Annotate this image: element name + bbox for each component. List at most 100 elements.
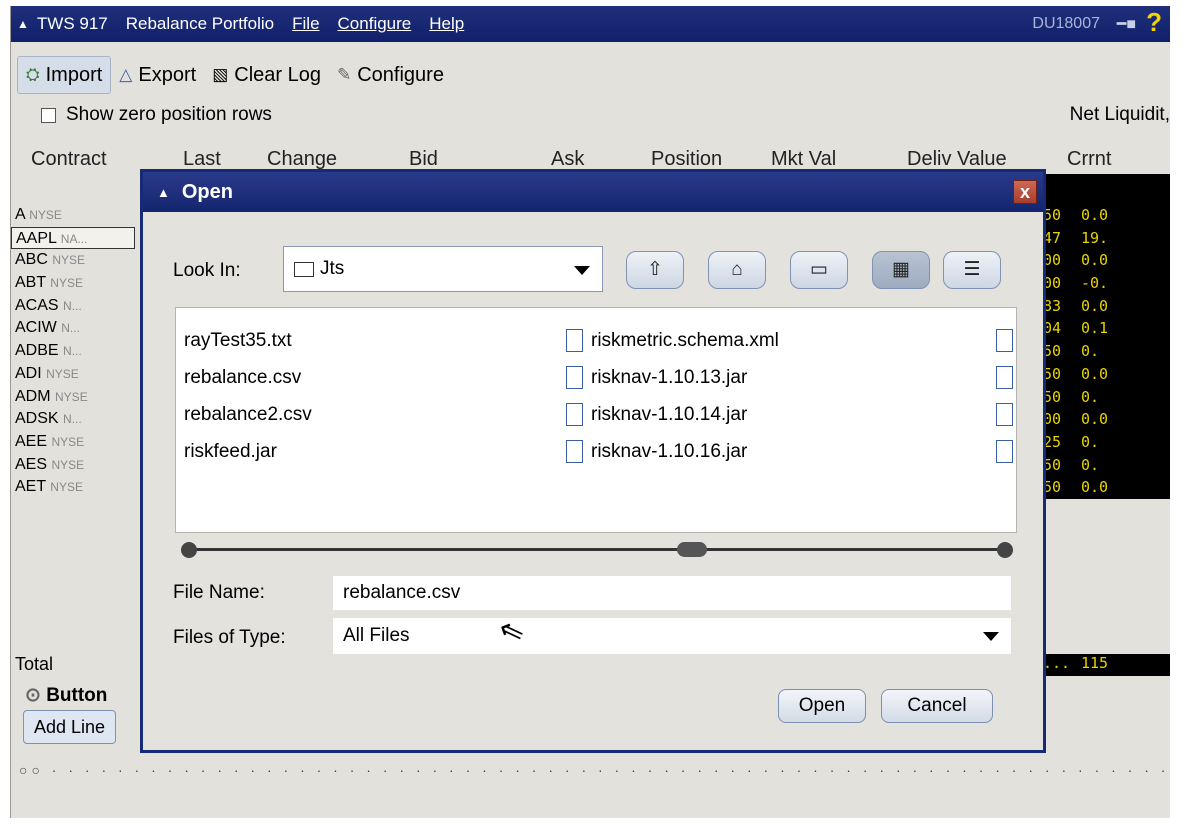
menu-file[interactable]: File	[292, 14, 319, 34]
data-cell: 0.0	[1081, 251, 1109, 270]
file-icon	[566, 403, 583, 426]
contract-row[interactable]: AET NYSE	[11, 476, 135, 499]
contract-symbol: ADSK	[15, 410, 59, 428]
data-row: 25 0.	[1041, 430, 1170, 454]
file-name: risknav-1.10.13.jar	[591, 366, 748, 388]
data-row: 04 0.1	[1041, 317, 1170, 341]
panel-divider[interactable]: ○○ · · · · · · · · · · · · · · · · · · ·…	[19, 762, 1169, 778]
scroll-right-icon[interactable]	[997, 542, 1013, 558]
data-row: 00 0.0	[1041, 408, 1170, 431]
data-cell: 50	[1043, 364, 1062, 383]
col-position[interactable]: Position	[651, 148, 722, 171]
file-item[interactable]: risknav-1.10.14.jar	[566, 396, 779, 433]
details-view-button[interactable]: ☰	[943, 251, 1001, 289]
menu-configure[interactable]: Configure	[338, 14, 412, 34]
file-name: rayTest35.txt	[184, 329, 292, 351]
clear-log-label: Clear Log	[234, 63, 321, 86]
buttons-section-header[interactable]: ⊙ Button	[25, 684, 107, 707]
window-title: Rebalance Portfolio	[125, 14, 275, 33]
file-name: riskfeed.jar	[184, 440, 277, 462]
configure-label: Configure	[357, 63, 444, 86]
contract-row[interactable]: ADBE N...	[11, 340, 135, 363]
contract-row[interactable]: ABT NYSE	[11, 272, 135, 295]
new-folder-button[interactable]: ▭	[790, 251, 848, 289]
data-row: 50 0.0	[1041, 204, 1170, 227]
data-cell: 0.	[1081, 387, 1100, 406]
contract-row[interactable]: ACIW N...	[11, 317, 135, 340]
contract-symbol: ACIW	[15, 319, 57, 337]
dialog-title-bar: ▲ Open	[143, 172, 1043, 212]
contract-row[interactable]: AAPL NA...	[11, 226, 135, 250]
contract-row[interactable]: ACAS N...	[11, 295, 135, 318]
data-cell: 50	[1043, 478, 1062, 497]
file-item[interactable]	[996, 396, 1016, 433]
file-item[interactable]	[996, 433, 1016, 470]
data-cell: 00	[1043, 410, 1062, 429]
file-item[interactable]: rebalance.csv	[184, 359, 312, 396]
col-crrnt[interactable]: Crrnt	[1067, 148, 1111, 171]
file-item[interactable]: riskmetric.schema.xml	[566, 322, 779, 359]
list-view-icon: ▦	[892, 259, 910, 280]
contract-row[interactable]: ABC NYSE	[11, 249, 135, 272]
file-item[interactable]	[996, 322, 1016, 359]
scroll-left-icon[interactable]	[181, 542, 197, 558]
file-name: rebalance.csv	[184, 366, 302, 388]
contract-row[interactable]: ADSK N...	[11, 408, 135, 431]
file-column: riskmetric.schema.xml risknav-1.10.13.jar…	[566, 322, 779, 470]
contract-exchange: N...	[63, 298, 82, 313]
list-view-button[interactable]: ▦	[872, 251, 930, 289]
data-cell: 50	[1043, 342, 1062, 361]
contract-row[interactable]: A NYSE	[11, 204, 135, 227]
close-icon[interactable]: x	[1013, 180, 1037, 204]
up-one-level-button[interactable]: ⇧	[626, 251, 684, 289]
col-mkt-val[interactable]: Mkt Val	[771, 148, 836, 171]
contract-symbol: AEE	[15, 432, 48, 450]
clear-log-button[interactable]: ▧ Clear Log	[204, 56, 329, 94]
contract-row[interactable]: AES NYSE	[11, 454, 135, 477]
contract-symbol: ABC	[15, 251, 48, 269]
contract-row[interactable]: ADM NYSE	[11, 386, 135, 409]
data-row: 50 0.	[1041, 453, 1170, 477]
file-name-input[interactable]	[333, 576, 1011, 610]
col-change[interactable]: Change	[267, 148, 337, 171]
export-button[interactable]: △ Export	[111, 56, 204, 94]
file-item[interactable]: risknav-1.10.16.jar	[566, 433, 779, 470]
data-row: 50 0.	[1041, 340, 1170, 363]
help-icon[interactable]: ?	[1146, 7, 1162, 38]
contract-row[interactable]: ADI NYSE	[11, 363, 135, 386]
look-in-select[interactable]: Jts	[283, 246, 603, 292]
cancel-button[interactable]: Cancel	[881, 689, 993, 723]
contract-exchange: NYSE	[51, 457, 85, 472]
import-button[interactable]: ⛭ Import	[17, 56, 112, 94]
show-zero-checkbox[interactable]	[41, 107, 56, 123]
file-item[interactable]	[996, 359, 1016, 396]
col-deliv-value[interactable]: Deliv Value	[907, 148, 1007, 171]
menu-help[interactable]: Help	[429, 14, 464, 34]
new-folder-icon: ▭	[810, 259, 828, 280]
contract-row[interactable]: AEE NYSE	[11, 431, 135, 454]
file-item[interactable]: rebalance2.csv	[184, 396, 312, 433]
chevron-down-icon	[983, 632, 999, 641]
col-contract[interactable]: Contract	[31, 148, 107, 171]
col-bid[interactable]: Bid	[409, 148, 438, 171]
file-item[interactable]: riskfeed.jar	[184, 433, 312, 470]
files-of-type-select[interactable]: All Files	[333, 618, 1011, 654]
home-button[interactable]: ⌂	[708, 251, 766, 289]
import-label: Import	[45, 63, 103, 86]
add-line-button[interactable]: Add Line	[23, 710, 117, 744]
toolbar: ⛭ Import △ Export ▧ Clear Log ✎ Configur…	[11, 52, 1170, 98]
configure-button[interactable]: ✎ Configure	[329, 56, 452, 94]
file-list[interactable]: rayTest35.txt rebalance.csv rebalance2.csv…	[175, 307, 1017, 533]
pin-icon[interactable]: ━■	[1117, 14, 1136, 34]
scroll-thumb[interactable]	[677, 542, 707, 557]
show-zero-checkbox-row[interactable]: Show zero position rows	[41, 104, 272, 126]
file-item[interactable]: risknav-1.10.13.jar	[566, 359, 779, 396]
look-in-label: Look In:	[173, 260, 241, 281]
horizontal-scrollbar[interactable]	[177, 532, 1017, 568]
dialog-title: Open	[181, 180, 233, 203]
open-button[interactable]: Open	[778, 689, 866, 723]
data-row: 50 0.	[1041, 385, 1170, 409]
file-item[interactable]: rayTest35.txt	[184, 322, 312, 359]
col-last[interactable]: Last	[183, 148, 221, 171]
col-ask[interactable]: Ask	[551, 148, 584, 171]
